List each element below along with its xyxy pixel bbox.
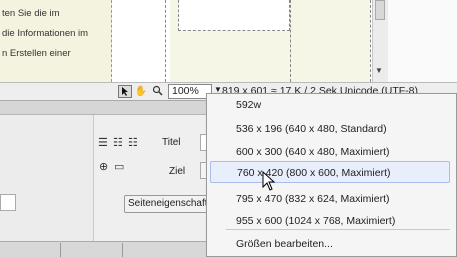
menu-item-size[interactable]: 536 x 196 (640 x 480, Standard) xyxy=(236,123,387,135)
target-label: Ziel xyxy=(169,166,186,177)
menu-item-edit-sizes[interactable]: Größen bearbeiten... xyxy=(236,238,333,250)
panel-divider xyxy=(93,115,94,241)
properties-left-area xyxy=(0,115,93,241)
scroll-down-arrow-icon[interactable]: ▼ xyxy=(375,66,383,75)
bottom-tab[interactable] xyxy=(0,243,61,257)
menu-item-size[interactable]: 600 x 300 (640 x 480, Maximiert) xyxy=(236,146,390,158)
mouse-cursor-icon xyxy=(262,170,276,194)
page-properties-button[interactable]: Seiteneigenschaften... xyxy=(124,195,214,213)
title-label: Titel xyxy=(162,137,181,148)
menu-item-size[interactable]: 592w xyxy=(236,99,261,111)
menu-item-size-highlighted[interactable]: 760 x 420 (800 x 600, Maximiert) xyxy=(210,161,450,183)
link-icon[interactable]: ⊕ xyxy=(99,160,108,173)
scrollbar-thumb[interactable] xyxy=(375,0,385,20)
folder-icon[interactable]: ▭ xyxy=(114,160,124,173)
menu-item-size[interactable]: 955 x 600 (1024 x 768, Maximiert) xyxy=(236,215,395,227)
design-view-gutter xyxy=(388,0,457,82)
ordered-list-icon[interactable]: ☷ xyxy=(113,136,123,149)
hand-icon[interactable]: ✋ xyxy=(134,85,148,98)
menu-item-size[interactable]: 795 x 470 (832 x 624, Maximiert) xyxy=(236,193,390,205)
document-layout-box[interactable] xyxy=(178,0,290,31)
layout-guide xyxy=(290,0,291,82)
zoom-icon[interactable] xyxy=(150,85,164,98)
document-text-line: die Informationen im xyxy=(2,28,89,39)
indent-icon[interactable]: ☷ xyxy=(128,136,138,149)
layout-guide xyxy=(370,0,371,82)
layout-guide xyxy=(165,0,166,82)
bottom-tab[interactable] xyxy=(62,243,123,257)
document-spacer xyxy=(114,0,170,82)
menu-separator xyxy=(226,229,450,230)
document-text-line: ten Sie die im xyxy=(2,8,60,19)
select-arrow-icon[interactable] xyxy=(118,85,132,98)
document-text-line: n Erstellen einer xyxy=(2,48,71,59)
format-input[interactable] xyxy=(0,194,16,211)
unordered-list-icon[interactable]: ☰ xyxy=(98,136,108,149)
